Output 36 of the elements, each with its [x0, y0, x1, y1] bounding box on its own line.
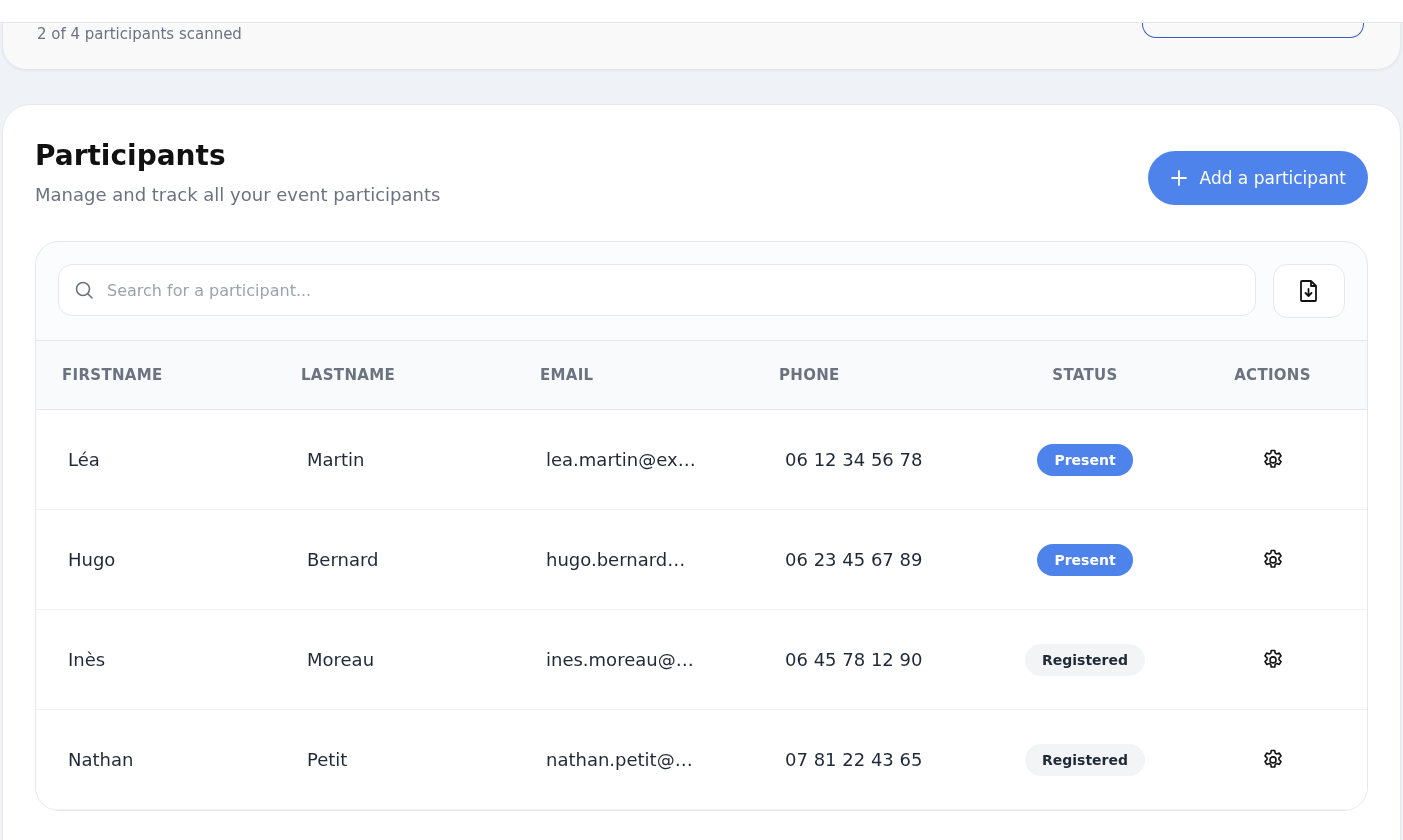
- table-cell-text: Nathan: [67, 749, 135, 770]
- outline-button[interactable]: [1142, 23, 1364, 38]
- plus-icon: [1169, 169, 1188, 187]
- table-cell-text: Léa: [67, 449, 101, 470]
- column-header: STATUS: [1051, 366, 1119, 384]
- section-title: Participants: [35, 139, 227, 172]
- table-cell-text: Petit: [306, 749, 349, 770]
- table-cell-text: 06 12 34 56 78: [784, 449, 924, 470]
- search-icon: [74, 280, 94, 300]
- column-header: FIRSTNAME: [61, 366, 164, 384]
- table-cell-text: Moreau: [306, 649, 376, 670]
- add-participant-button[interactable]: Add a participant: [1147, 151, 1368, 205]
- table-cell-text: 06 45 78 12 90: [784, 649, 924, 670]
- column-header: ACTIONS: [1233, 366, 1312, 384]
- section-subtitle: Manage and track all your event participants: [35, 184, 441, 205]
- status-badge: Present: [1037, 543, 1133, 576]
- search-field[interactable]: Search for a participant...: [58, 264, 1256, 316]
- column-header: EMAIL: [539, 366, 595, 384]
- export-button[interactable]: [1273, 264, 1345, 318]
- file-download-icon: [1298, 279, 1320, 303]
- table-cell-text: Bernard: [306, 549, 380, 570]
- table-cell-text: Inès: [67, 649, 107, 670]
- status-badge: Registered: [1024, 743, 1145, 776]
- table-cell-text: hugo.bernard…: [545, 549, 687, 570]
- status-badge: Registered: [1024, 643, 1145, 676]
- scan-summary: 2 of 4 participants scanned: [37, 25, 242, 43]
- table-cell-text: lea.martin@ex…: [545, 449, 697, 470]
- table-cell-text: ines.moreau@…: [545, 649, 695, 670]
- column-header: PHONE: [778, 366, 841, 384]
- column-header: LASTNAME: [300, 366, 396, 384]
- table-cell-text: 07 81 22 43 65: [784, 749, 924, 770]
- table-cell-text: Hugo: [67, 549, 117, 570]
- table-cell-text: Martin: [306, 449, 366, 470]
- table-cell-text: nathan.petit@…: [545, 749, 694, 770]
- status-badge: Present: [1037, 443, 1133, 476]
- table-cell-text: 06 23 45 67 89: [784, 549, 924, 570]
